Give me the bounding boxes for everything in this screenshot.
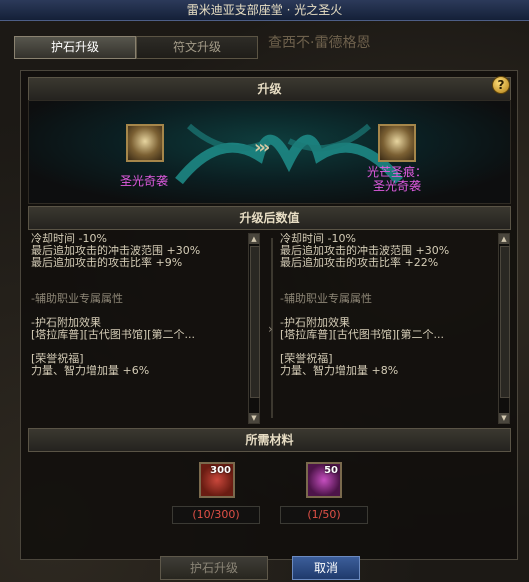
to-item-name-line2: 圣光奇袭 [372,179,421,193]
scroll-up-icon[interactable]: ▲ [249,234,259,244]
stat-line [31,281,261,293]
stat-line [280,269,510,281]
red-material-icon[interactable]: 300 [199,462,235,498]
stat-line: [荣誉祝福] [31,353,84,365]
stat-line: 力量、智力增加量 +6% [31,365,150,377]
stats-header: 升级后数值 [28,206,511,230]
stat-line: 力量、智力增加量 +8% [280,365,399,377]
stat-line [280,305,510,317]
stat-line: [塔拉库普][古代图书馆][第二个... [31,329,195,341]
stat-line [280,281,510,293]
background-caption: 查西不·雷德格恩 [268,35,371,51]
stat-line: -护石附加效果 [280,317,350,329]
material-progress: (1/50) [280,506,368,524]
stat-line: -护石附加效果 [31,317,101,329]
stat-line: 冷却时间 -10% [280,233,356,245]
stat-line: -辅助职业专属属性 [31,293,123,305]
stats-before-panel: 冷却时间 -10% 最后追加攻击的冲击波范围 +30% 最后追加攻击的攻击比率 … [31,233,261,423]
tab-amulet-upgrade[interactable]: 护石升级 [14,36,136,59]
scroll-down-icon[interactable]: ▼ [249,413,259,423]
upgrade-header: 升级 [28,77,511,101]
material-progress: (10/300) [172,506,260,524]
cancel-button[interactable]: 取消 [292,556,360,580]
to-item-name: 光芒圣痕： 圣光奇袭 [352,165,442,193]
scroll-thumb[interactable] [250,246,260,398]
stats-before-scrollbar[interactable]: ▲ ▼ [248,233,260,424]
from-item-name: 圣光奇袭 [119,174,168,188]
scroll-down-icon[interactable]: ▼ [499,413,509,423]
help-icon[interactable]: ? [492,76,510,94]
stat-line [280,341,510,353]
stat-line [31,269,261,281]
stat-line: 最后追加攻击的攻击比率 +22% [280,257,439,269]
tab-rune-upgrade[interactable]: 符文升级 [136,36,258,59]
holy-rune-upgraded-icon[interactable] [378,124,416,162]
purple-material-icon[interactable]: 50 [306,462,342,498]
stat-line: -辅助职业专属属性 [280,293,372,305]
stat-line: 最后追加攻击的攻击比率 +9% [31,257,183,269]
stat-line [31,305,261,317]
stat-line: [荣誉祝福] [280,353,333,365]
stat-line: 最后追加攻击的冲击波范围 +30% [31,245,201,257]
stat-line: [塔拉库普][古代图书馆][第二个... [280,329,444,341]
amulet-upgrade-button[interactable]: 护石升级 [160,556,268,580]
materials-header: 所需材料 [28,428,511,452]
stat-line [31,341,261,353]
to-item-name-line1: 光芒圣痕： [366,165,427,179]
divider-chevron-icon: › [268,322,273,336]
stats-after-scrollbar[interactable]: ▲ ▼ [498,233,510,424]
material-count: 300 [210,465,231,476]
scroll-thumb[interactable] [500,246,510,398]
scroll-up-icon[interactable]: ▲ [499,234,509,244]
window-title: 雷米迪亚支部座堂 · 光之圣火 [0,0,529,21]
material-count: 50 [324,465,338,476]
stat-line: 最后追加攻击的冲击波范围 +30% [280,245,450,257]
upgrade-arrow-icon: ››› [254,137,270,158]
holy-rune-icon[interactable] [126,124,164,162]
stats-after-panel: 冷却时间 -10% 最后追加攻击的冲击波范围 +30% 最后追加攻击的攻击比率 … [280,233,510,423]
stat-line: 冷却时间 -10% [31,233,107,245]
